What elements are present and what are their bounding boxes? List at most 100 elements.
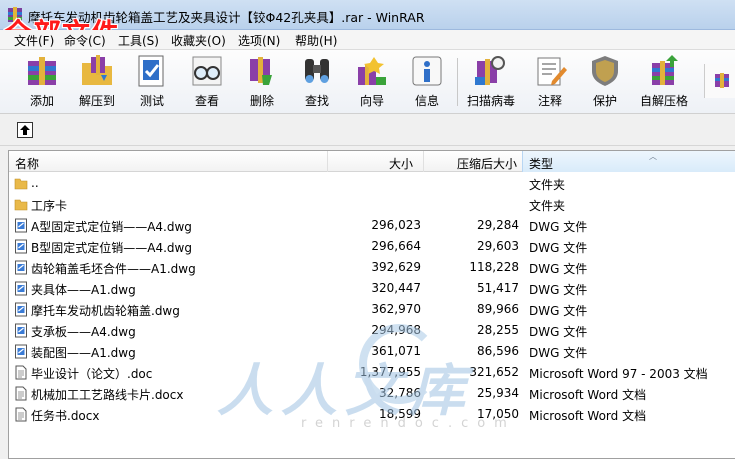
column-divider[interactable] [327, 151, 328, 172]
binoculars-icon [305, 59, 329, 83]
file-row[interactable]: 装配图——A1.dwg 361,071 86,596 DWG 文件 [9, 341, 735, 362]
file-type: 文件夹 [529, 199, 566, 213]
file-name: B型固定式定位销——A4.dwg [31, 241, 192, 255]
file-row[interactable]: A型固定式定位销——A4.dwg 296,023 29,284 DWG 文件 [9, 215, 735, 236]
sfx-icon [652, 55, 678, 85]
file-row[interactable]: 工序卡 文件夹 [9, 194, 735, 215]
file-row[interactable]: 支承板——A4.dwg 294,968 28,255 DWG 文件 [9, 320, 735, 341]
up-arrow-icon [20, 125, 30, 135]
extract-to-button[interactable]: 解压到 [75, 53, 119, 111]
find-button[interactable]: 查找 [295, 53, 339, 111]
info-button[interactable]: 信息 [405, 53, 449, 111]
extract-to-label: 解压到 [78, 94, 115, 108]
folder-icon [14, 178, 28, 190]
file-packed-size: 29,603 [477, 239, 519, 253]
file-size: 18,599 [379, 407, 421, 421]
list-header: ︿ 名称 大小 压缩后大小 类型 [9, 151, 735, 172]
file-size: 296,664 [371, 239, 421, 253]
wizard-button[interactable]: 向导 [350, 53, 394, 111]
file-type: DWG 文件 [529, 304, 588, 318]
file-packed-size: 321,652 [469, 365, 519, 379]
sort-arrow-icon: ︿ [649, 152, 657, 161]
file-packed-size: 89,966 [477, 302, 519, 316]
file-type: DWG 文件 [529, 325, 588, 339]
find-label: 查找 [304, 94, 329, 108]
file-packed-size: 86,596 [477, 344, 519, 358]
file-name: 任务书.docx [31, 409, 100, 423]
view-button[interactable]: 查看 [185, 53, 229, 111]
test-button[interactable]: 测试 [130, 53, 174, 111]
toolbar-overflow[interactable] [704, 64, 735, 98]
wand-icon [358, 57, 386, 85]
protect-button[interactable]: 保护 [583, 53, 627, 111]
column-divider[interactable] [423, 151, 424, 172]
file-name: 夹具体——A1.dwg [31, 283, 136, 297]
file-size: 362,970 [371, 302, 421, 316]
dwg-file-icon [15, 302, 27, 317]
word-doc-icon [15, 386, 27, 401]
toolbar-separator [457, 58, 458, 106]
menu-command[interactable]: 命令(C) [64, 32, 106, 49]
toolbar: 添加 解压到 测试 查看 删除 查找 向导 信息 扫描病毒 注释 保护 自解压格 [0, 50, 735, 114]
books-add-icon [28, 57, 56, 85]
address-bar [0, 114, 735, 146]
column-type[interactable]: 类型 [529, 155, 553, 172]
folder-icon [14, 199, 28, 211]
column-size[interactable]: 大小 [389, 155, 413, 172]
file-packed-size: 28,255 [477, 323, 519, 337]
file-row[interactable]: B型固定式定位销——A4.dwg 296,664 29,603 DWG 文件 [9, 236, 735, 257]
sfx-label: 自解压格 [639, 94, 688, 108]
info-label: 信息 [414, 94, 439, 108]
file-type: DWG 文件 [529, 346, 588, 360]
delete-label: 删除 [249, 94, 274, 108]
winrar-small-icon [715, 73, 729, 88]
file-type: DWG 文件 [529, 220, 588, 234]
comment-button[interactable]: 注释 [528, 53, 572, 111]
dwg-file-icon [15, 281, 27, 296]
file-name: 摩托车发动机齿轮箱盖.dwg [31, 304, 180, 318]
comment-icon [537, 57, 567, 86]
file-type: DWG 文件 [529, 283, 588, 297]
menu-bar: 文件(F) 命令(C) 工具(S) 收藏夹(O) 选项(N) 帮助(H) [0, 30, 735, 50]
file-list: ︿ 名称 大小 压缩后大小 类型 .. 文件夹工序卡 文件夹 A型固定式定位销——A4… [8, 150, 735, 459]
file-row[interactable]: 任务书.docx 18,599 17,050 Microsoft Word 文档 [9, 404, 735, 425]
file-packed-size: 17,050 [477, 407, 519, 421]
wizard-label: 向导 [359, 94, 384, 108]
file-name: 机械加工工艺路线卡片.docx [31, 388, 184, 402]
add-button[interactable]: 添加 [20, 53, 64, 111]
comment-label: 注释 [537, 94, 562, 108]
file-row[interactable]: 齿轮箱盖毛坯合件——A1.dwg 392,629 118,228 DWG 文件 [9, 257, 735, 278]
menu-help[interactable]: 帮助(H) [295, 32, 337, 49]
up-folder-button[interactable] [17, 122, 33, 138]
file-size: 320,447 [371, 281, 421, 295]
column-packed[interactable]: 压缩后大小 [457, 155, 517, 172]
file-name: A型固定式定位销——A4.dwg [31, 220, 192, 234]
delete-button[interactable]: 删除 [240, 53, 284, 111]
file-type: Microsoft Word 文档 [529, 388, 647, 402]
column-name[interactable]: 名称 [15, 155, 39, 172]
file-size: 32,786 [379, 386, 421, 400]
dwg-file-icon [15, 344, 27, 359]
file-name: 工序卡 [31, 199, 68, 213]
file-packed-size: 118,228 [469, 260, 519, 274]
file-row[interactable]: 摩托车发动机齿轮箱盖.dwg 362,970 89,966 DWG 文件 [9, 299, 735, 320]
virus-scan-button[interactable]: 扫描病毒 [467, 53, 516, 111]
menu-tools[interactable]: 工具(S) [118, 32, 159, 49]
menu-file[interactable]: 文件(F) [14, 32, 54, 49]
virus-scan-label: 扫描病毒 [467, 94, 516, 108]
file-row[interactable]: 夹具体——A1.dwg 320,447 51,417 DWG 文件 [9, 278, 735, 299]
file-row[interactable]: .. 文件夹 [9, 173, 735, 194]
info-icon [412, 56, 442, 86]
file-size: 361,071 [371, 344, 421, 358]
menu-options[interactable]: 选项(N) [238, 32, 280, 49]
add-label: 添加 [29, 94, 54, 108]
dwg-file-icon [15, 323, 27, 338]
sfx-button[interactable]: 自解压格 [638, 53, 690, 111]
file-name: 毕业设计（论文）.doc [31, 367, 153, 381]
file-size: 294,968 [371, 323, 421, 337]
file-row[interactable]: 机械加工工艺路线卡片.docx 32,786 25,934 Microsoft Wor… [9, 383, 735, 404]
file-type: DWG 文件 [529, 241, 588, 255]
checklist-icon [138, 55, 164, 87]
menu-favorites[interactable]: 收藏夹(O) [171, 32, 226, 49]
file-row[interactable]: 毕业设计（论文）.doc 1,377,955 321,652 Microsoft Wo… [9, 362, 735, 383]
